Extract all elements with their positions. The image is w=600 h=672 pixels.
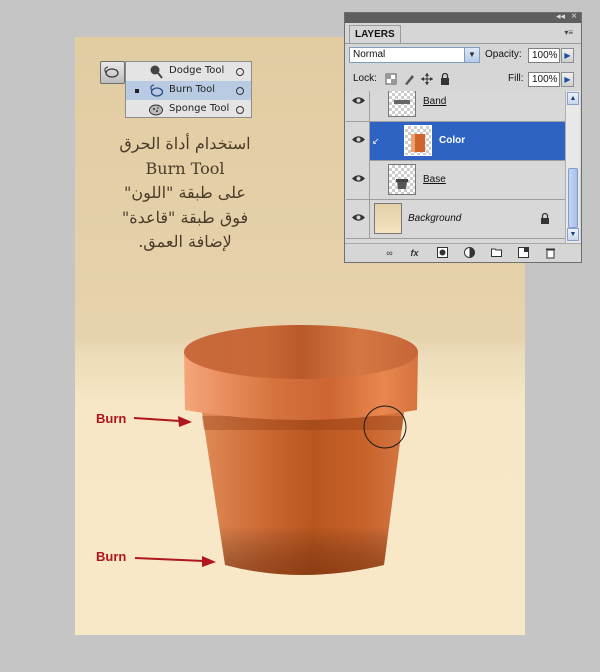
lock-pixels-icon[interactable] <box>403 73 415 85</box>
visibility-toggle[interactable] <box>346 161 370 200</box>
fill-label: Fill: <box>508 73 524 84</box>
lock-transparency-icon[interactable] <box>385 73 397 85</box>
divider <box>345 43 581 44</box>
opacity-slider-button[interactable]: ▶ <box>561 48 574 63</box>
burn-annotation-label: Burn <box>96 411 127 426</box>
layer-row-color[interactable]: ↙ Color <box>346 122 565 161</box>
scroll-down-button[interactable]: ▼ <box>567 228 579 241</box>
layer-name[interactable]: Color <box>439 135 465 146</box>
layer-row-base[interactable]: Base <box>346 161 565 200</box>
layer-row-band[interactable]: Band <box>346 91 565 122</box>
scrollbar-thumb[interactable] <box>568 168 578 228</box>
opacity-label: Opacity: <box>485 49 522 60</box>
layer-list: Band ↙ Color Base Background <box>346 91 565 243</box>
visibility-toggle[interactable] <box>346 200 370 239</box>
visibility-toggle[interactable] <box>346 91 370 122</box>
lock-position-icon[interactable] <box>421 73 433 85</box>
lock-all-icon[interactable] <box>439 72 451 85</box>
clipping-mask-icon: ↙ <box>372 136 380 146</box>
link-layers-icon[interactable]: ∞ <box>383 247 396 260</box>
eye-icon <box>352 97 365 104</box>
close-icon[interactable]: × <box>571 11 577 22</box>
lock-label: Lock: <box>353 73 377 84</box>
new-layer-icon[interactable] <box>517 247 530 260</box>
blend-row: Normal ▼ Opacity: 100% ▶ <box>345 45 581 67</box>
visibility-toggle[interactable] <box>346 122 370 161</box>
lock-icon <box>540 212 550 227</box>
lock-row: Lock: Fill: 100% ▶ <box>345 69 581 91</box>
panel-menu-icon[interactable]: ▾≡ <box>564 28 573 37</box>
scroll-up-button[interactable]: ▲ <box>567 92 579 105</box>
layer-name[interactable]: Background <box>408 213 461 224</box>
layer-mask-icon[interactable] <box>436 247 449 260</box>
new-group-icon[interactable] <box>490 247 503 260</box>
trash-icon[interactable] <box>544 247 557 260</box>
fill-input[interactable]: 100% <box>528 72 560 87</box>
layer-list-scrollbar[interactable]: ▲ ▼ <box>565 91 580 243</box>
eye-icon <box>352 136 365 143</box>
panel-titlebar[interactable]: ◂◂ × <box>345 11 581 23</box>
layer-thumbnail <box>388 164 416 195</box>
chevron-down-icon: ▼ <box>464 48 479 62</box>
adjustment-layer-icon[interactable] <box>463 247 476 260</box>
layer-thumbnail <box>374 203 402 234</box>
eye-icon <box>352 175 365 182</box>
panel-footer: ∞ fx <box>345 243 581 263</box>
layer-style-icon[interactable]: fx <box>408 247 421 260</box>
fill-value: 100% <box>532 74 558 85</box>
layers-panel: ◂◂ × LAYERS ▾≡ Normal ▼ Opacity: 100% ▶ … <box>344 11 582 263</box>
fill-slider-button[interactable]: ▶ <box>561 72 574 87</box>
eye-icon <box>352 214 365 221</box>
collapse-icon[interactable]: ◂◂ <box>556 11 565 22</box>
layer-thumbnail <box>388 91 416 117</box>
layer-name[interactable]: Base <box>423 174 446 185</box>
layer-thumbnail <box>404 125 432 156</box>
annotation-arrow <box>133 416 192 427</box>
opacity-value: 100% <box>532 50 558 61</box>
annotation-arrow <box>134 556 216 567</box>
layer-name[interactable]: Band <box>423 96 446 107</box>
tab-layers[interactable]: LAYERS <box>349 25 401 43</box>
opacity-input[interactable]: 100% <box>528 48 560 63</box>
layer-row-background[interactable]: Background <box>346 200 565 239</box>
blend-mode-select[interactable]: Normal ▼ <box>349 47 480 63</box>
burn-annotation-label: Burn <box>96 549 127 564</box>
pot-shape <box>184 325 418 575</box>
blend-mode-value: Normal <box>353 49 386 60</box>
